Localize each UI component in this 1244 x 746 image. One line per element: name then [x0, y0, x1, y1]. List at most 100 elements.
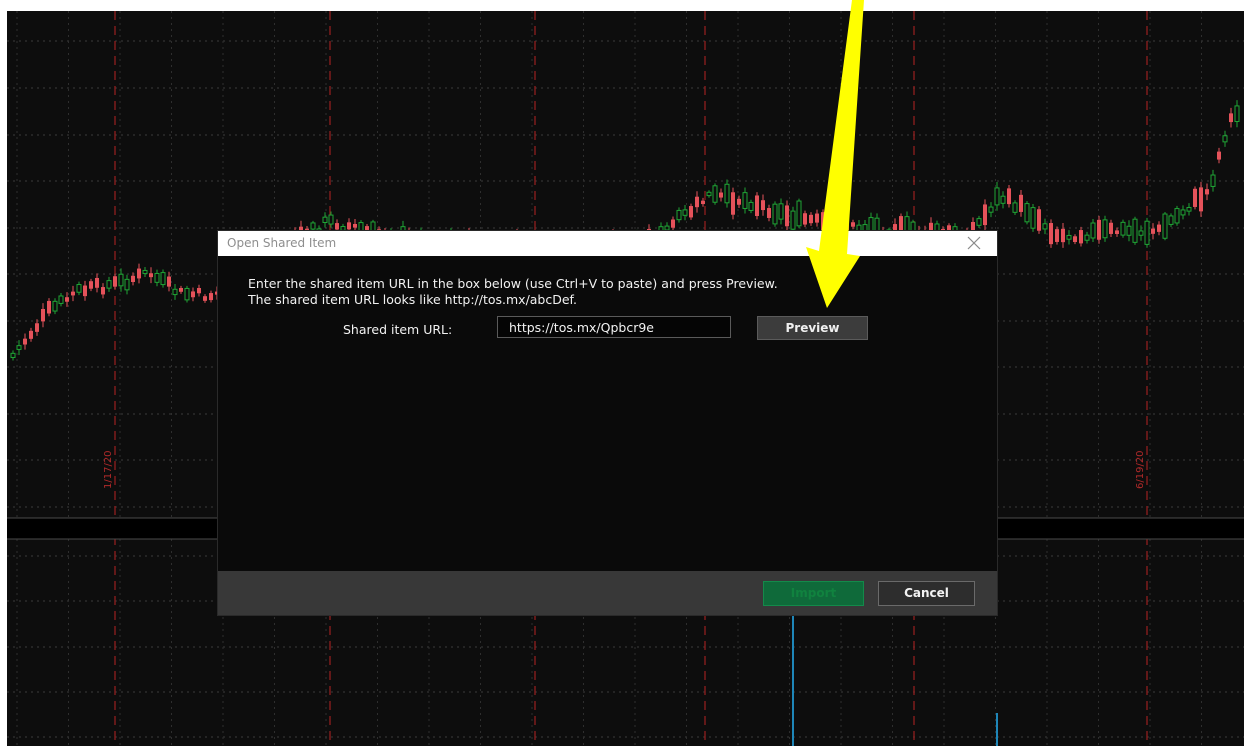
- candle-body: [1115, 230, 1119, 234]
- candle-body: [149, 273, 153, 278]
- candle-body: [1024, 203, 1030, 223]
- candle-body: [322, 216, 328, 224]
- candle-body: [328, 214, 334, 225]
- dialog-body: Enter the shared item URL in the box bel…: [218, 256, 997, 571]
- candle-body: [52, 300, 58, 312]
- candle-body: [203, 296, 207, 301]
- preview-button[interactable]: Preview: [757, 316, 868, 340]
- candle-body: [1120, 221, 1126, 236]
- candle-body: [353, 224, 357, 228]
- candle-body: [689, 206, 693, 218]
- dialog-title: Open Shared Item: [227, 236, 337, 250]
- candle-body: [761, 200, 765, 211]
- candle-body: [731, 192, 735, 215]
- candle-body: [172, 288, 178, 296]
- candle-body: [65, 297, 69, 302]
- candle-body: [676, 209, 682, 221]
- candle-body: [1132, 218, 1138, 243]
- candle-body: [695, 196, 699, 208]
- candle-body: [1217, 151, 1221, 160]
- candle-body: [1234, 105, 1240, 123]
- candle-body: [815, 213, 819, 223]
- candle-body: [701, 200, 705, 205]
- candle-body: [89, 281, 93, 289]
- candle-body: [827, 217, 831, 223]
- candle-body: [1090, 222, 1096, 239]
- volume-bars: [792, 613, 998, 746]
- candle-body: [1180, 209, 1186, 216]
- candle-body: [1174, 208, 1180, 224]
- candle-body: [1012, 202, 1018, 213]
- dialog-titlebar[interactable]: Open Shared Item: [218, 231, 997, 256]
- candle-body: [347, 222, 351, 230]
- candle-body: [41, 308, 45, 322]
- candle-body: [671, 219, 675, 228]
- candle-body: [1102, 219, 1108, 239]
- cancel-button[interactable]: Cancel: [878, 581, 975, 606]
- candle-body: [209, 293, 213, 301]
- date-marker-label-1: 1/17/20: [103, 450, 114, 489]
- candle-body: [1162, 213, 1168, 239]
- candle-body: [142, 269, 148, 275]
- candle-body: [340, 226, 346, 231]
- candle-body: [712, 185, 718, 203]
- candle-body: [76, 284, 82, 293]
- candle-body: [118, 273, 124, 287]
- candle-body: [58, 295, 64, 304]
- candle-body: [310, 222, 316, 230]
- candle-body: [1109, 222, 1113, 234]
- candle-body: [1199, 187, 1203, 212]
- candle-body: [29, 330, 33, 339]
- candle-body: [1210, 174, 1216, 187]
- volume-bar: [792, 613, 794, 746]
- candle-body: [664, 225, 670, 231]
- candle-body: [1222, 135, 1228, 143]
- close-icon[interactable]: [965, 234, 983, 252]
- instruction-line-1: Enter the shared item URL in the box bel…: [248, 276, 778, 291]
- candle-body: [16, 345, 22, 350]
- candle-body: [1168, 215, 1174, 225]
- candle-body: [748, 201, 754, 211]
- screenshot: 1/17/20 6/19/20 Open Shared Item Enter t…: [0, 0, 1244, 746]
- candle-body: [1126, 225, 1132, 236]
- candle-body: [1205, 189, 1209, 195]
- candle-body: [1138, 230, 1144, 236]
- import-button[interactable]: Import: [763, 581, 864, 606]
- candle-body: [1151, 228, 1155, 234]
- candle-body: [1000, 195, 1006, 204]
- candle-body: [1030, 207, 1036, 229]
- candle-body: [1193, 188, 1197, 207]
- candle-body: [821, 212, 825, 231]
- candle-body: [154, 272, 160, 283]
- candle-body: [988, 206, 994, 213]
- candle-body: [976, 218, 982, 226]
- candle-body: [1061, 228, 1065, 243]
- candle-body: [335, 223, 339, 230]
- candle-body: [10, 352, 16, 359]
- candle-body: [101, 287, 105, 295]
- candle-body: [131, 275, 135, 282]
- volume-bar: [996, 713, 998, 746]
- candle-body: [35, 323, 39, 332]
- candle-body: [1157, 224, 1161, 232]
- candle-body: [1084, 234, 1090, 241]
- candle-body: [47, 300, 51, 314]
- candle-body: [1042, 223, 1048, 230]
- candle-body: [682, 209, 688, 216]
- candle-body: [1073, 236, 1077, 243]
- candle-body: [1037, 209, 1041, 231]
- candle-body: [706, 191, 712, 197]
- candle-body: [23, 338, 27, 345]
- candle-body: [778, 203, 784, 220]
- candle-body: [809, 214, 813, 224]
- url-field-label: Shared item URL:: [343, 322, 453, 337]
- candle-body: [71, 291, 75, 296]
- date-marker-label-2: 6/19/20: [1135, 450, 1146, 489]
- shared-item-url-input[interactable]: [497, 316, 731, 338]
- candle-body: [742, 192, 748, 209]
- candle-body: [994, 187, 1000, 206]
- candle-body: [767, 208, 771, 218]
- candle-body: [137, 268, 141, 279]
- candle-body: [167, 276, 171, 287]
- open-shared-item-dialog: Open Shared Item Enter the shared item U…: [218, 231, 997, 615]
